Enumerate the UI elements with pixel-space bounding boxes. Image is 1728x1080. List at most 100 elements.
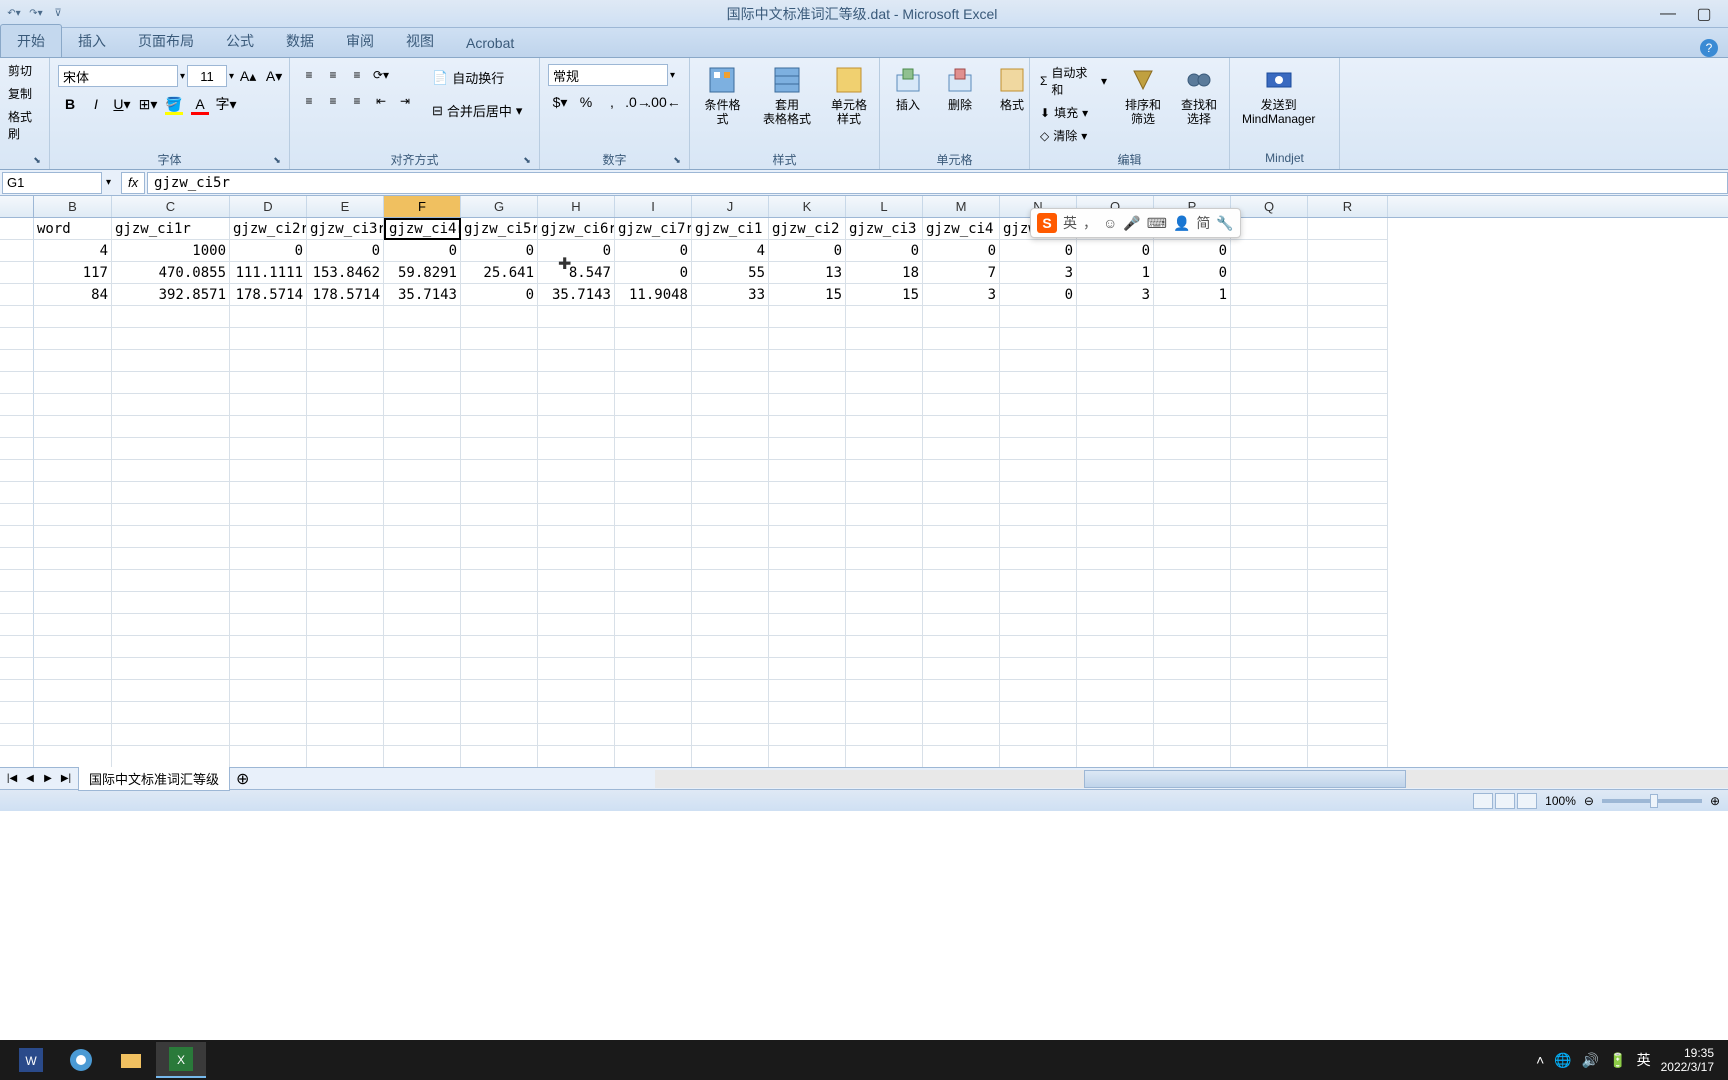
cell[interactable] <box>923 658 1000 680</box>
taskbar-app-1[interactable]: W <box>6 1042 56 1078</box>
cell[interactable] <box>923 724 1000 746</box>
dropdown-icon[interactable]: ▾ <box>670 70 675 81</box>
cell[interactable] <box>1231 394 1308 416</box>
redo-button[interactable]: ↷▾ <box>26 4 46 24</box>
cell[interactable] <box>615 746 692 767</box>
cell[interactable] <box>112 548 230 570</box>
cell[interactable]: 392.8571 <box>112 284 230 306</box>
cell[interactable] <box>230 416 307 438</box>
cell[interactable] <box>1231 460 1308 482</box>
cell[interactable] <box>1000 702 1077 724</box>
cell[interactable] <box>692 746 769 767</box>
normal-view-button[interactable] <box>1473 793 1493 809</box>
cell[interactable] <box>538 658 615 680</box>
cell[interactable] <box>692 416 769 438</box>
underline-button[interactable]: U▾ <box>110 92 134 116</box>
cell[interactable] <box>1077 350 1154 372</box>
cell[interactable] <box>1077 614 1154 636</box>
zoom-out-button[interactable]: ⊖ <box>1584 794 1594 808</box>
cell[interactable] <box>1154 350 1231 372</box>
cell[interactable] <box>34 372 112 394</box>
tab-review[interactable]: 审阅 <box>330 25 390 57</box>
cell[interactable] <box>923 548 1000 570</box>
col-header-Q[interactable]: Q <box>1231 196 1308 217</box>
cell[interactable] <box>538 570 615 592</box>
cell[interactable] <box>1154 636 1231 658</box>
col-header-J[interactable]: J <box>692 196 769 217</box>
page-layout-view-button[interactable] <box>1495 793 1515 809</box>
col-header-K[interactable]: K <box>769 196 846 217</box>
cell[interactable] <box>1154 548 1231 570</box>
cell[interactable] <box>1231 262 1308 284</box>
cell[interactable] <box>1077 724 1154 746</box>
col-header-H[interactable]: H <box>538 196 615 217</box>
cell[interactable] <box>1308 394 1388 416</box>
cell[interactable] <box>1308 636 1388 658</box>
cell[interactable] <box>1231 372 1308 394</box>
cell[interactable] <box>34 350 112 372</box>
cell[interactable] <box>384 328 461 350</box>
cell[interactable] <box>307 416 384 438</box>
cell[interactable] <box>538 350 615 372</box>
format-painter-button[interactable]: 格式刷 <box>4 106 45 144</box>
cell[interactable] <box>615 592 692 614</box>
cell[interactable] <box>1000 592 1077 614</box>
cell[interactable]: 0 <box>307 240 384 262</box>
cell[interactable] <box>384 372 461 394</box>
cell[interactable] <box>384 702 461 724</box>
cell[interactable] <box>1000 724 1077 746</box>
cell[interactable] <box>34 548 112 570</box>
cell[interactable] <box>1000 548 1077 570</box>
cell[interactable] <box>384 746 461 767</box>
cell[interactable] <box>34 746 112 767</box>
cell[interactable] <box>307 592 384 614</box>
cell[interactable] <box>1077 416 1154 438</box>
cell[interactable] <box>307 350 384 372</box>
taskbar-explorer[interactable] <box>106 1042 156 1078</box>
cell[interactable] <box>461 724 538 746</box>
format-cells-button[interactable]: 格式 <box>988 60 1036 116</box>
cell[interactable] <box>846 328 923 350</box>
cell[interactable]: gjzw_ci4r <box>384 218 461 240</box>
format-table-button[interactable]: 套用 表格格式 <box>755 60 819 131</box>
horizontal-scrollbar[interactable] <box>655 770 1728 788</box>
col-header-I[interactable]: I <box>615 196 692 217</box>
cell[interactable] <box>846 504 923 526</box>
cell[interactable] <box>1154 416 1231 438</box>
cell[interactable] <box>923 482 1000 504</box>
cell[interactable] <box>1000 394 1077 416</box>
cell[interactable] <box>34 438 112 460</box>
tab-insert[interactable]: 插入 <box>62 25 122 57</box>
cell[interactable] <box>112 526 230 548</box>
cell[interactable]: gjzw_ci3 <box>846 218 923 240</box>
dropdown-icon[interactable]: ▾ <box>180 71 185 82</box>
cell[interactable] <box>538 372 615 394</box>
col-header-D[interactable]: D <box>230 196 307 217</box>
cell[interactable] <box>1154 614 1231 636</box>
cell[interactable] <box>846 614 923 636</box>
cell[interactable]: 1 <box>1154 284 1231 306</box>
cell[interactable] <box>1308 262 1388 284</box>
cell[interactable] <box>769 658 846 680</box>
tray-battery-icon[interactable]: 🔋 <box>1609 1052 1626 1069</box>
cell[interactable] <box>923 526 1000 548</box>
cell[interactable] <box>1231 570 1308 592</box>
cell[interactable] <box>1000 526 1077 548</box>
delete-cells-button[interactable]: 删除 <box>936 60 984 116</box>
cell[interactable] <box>538 548 615 570</box>
cell[interactable] <box>384 394 461 416</box>
tab-acrobat[interactable]: Acrobat <box>450 29 530 57</box>
grow-font-button[interactable]: A▴ <box>236 64 260 88</box>
sheet-tab[interactable]: 国际中文标准词汇等级 <box>78 767 230 791</box>
cell-styles-button[interactable]: 单元格 样式 <box>823 60 875 131</box>
cell[interactable] <box>923 416 1000 438</box>
clipboard-launcher[interactable]: ⬊ <box>31 155 43 167</box>
cell[interactable] <box>1154 570 1231 592</box>
tab-layout[interactable]: 页面布局 <box>122 25 210 57</box>
cell[interactable] <box>923 394 1000 416</box>
tray-network-icon[interactable]: 🌐 <box>1554 1052 1571 1069</box>
cell[interactable] <box>307 702 384 724</box>
cell[interactable]: gjzw_ci1r <box>112 218 230 240</box>
cell[interactable] <box>1000 614 1077 636</box>
cell[interactable] <box>846 394 923 416</box>
